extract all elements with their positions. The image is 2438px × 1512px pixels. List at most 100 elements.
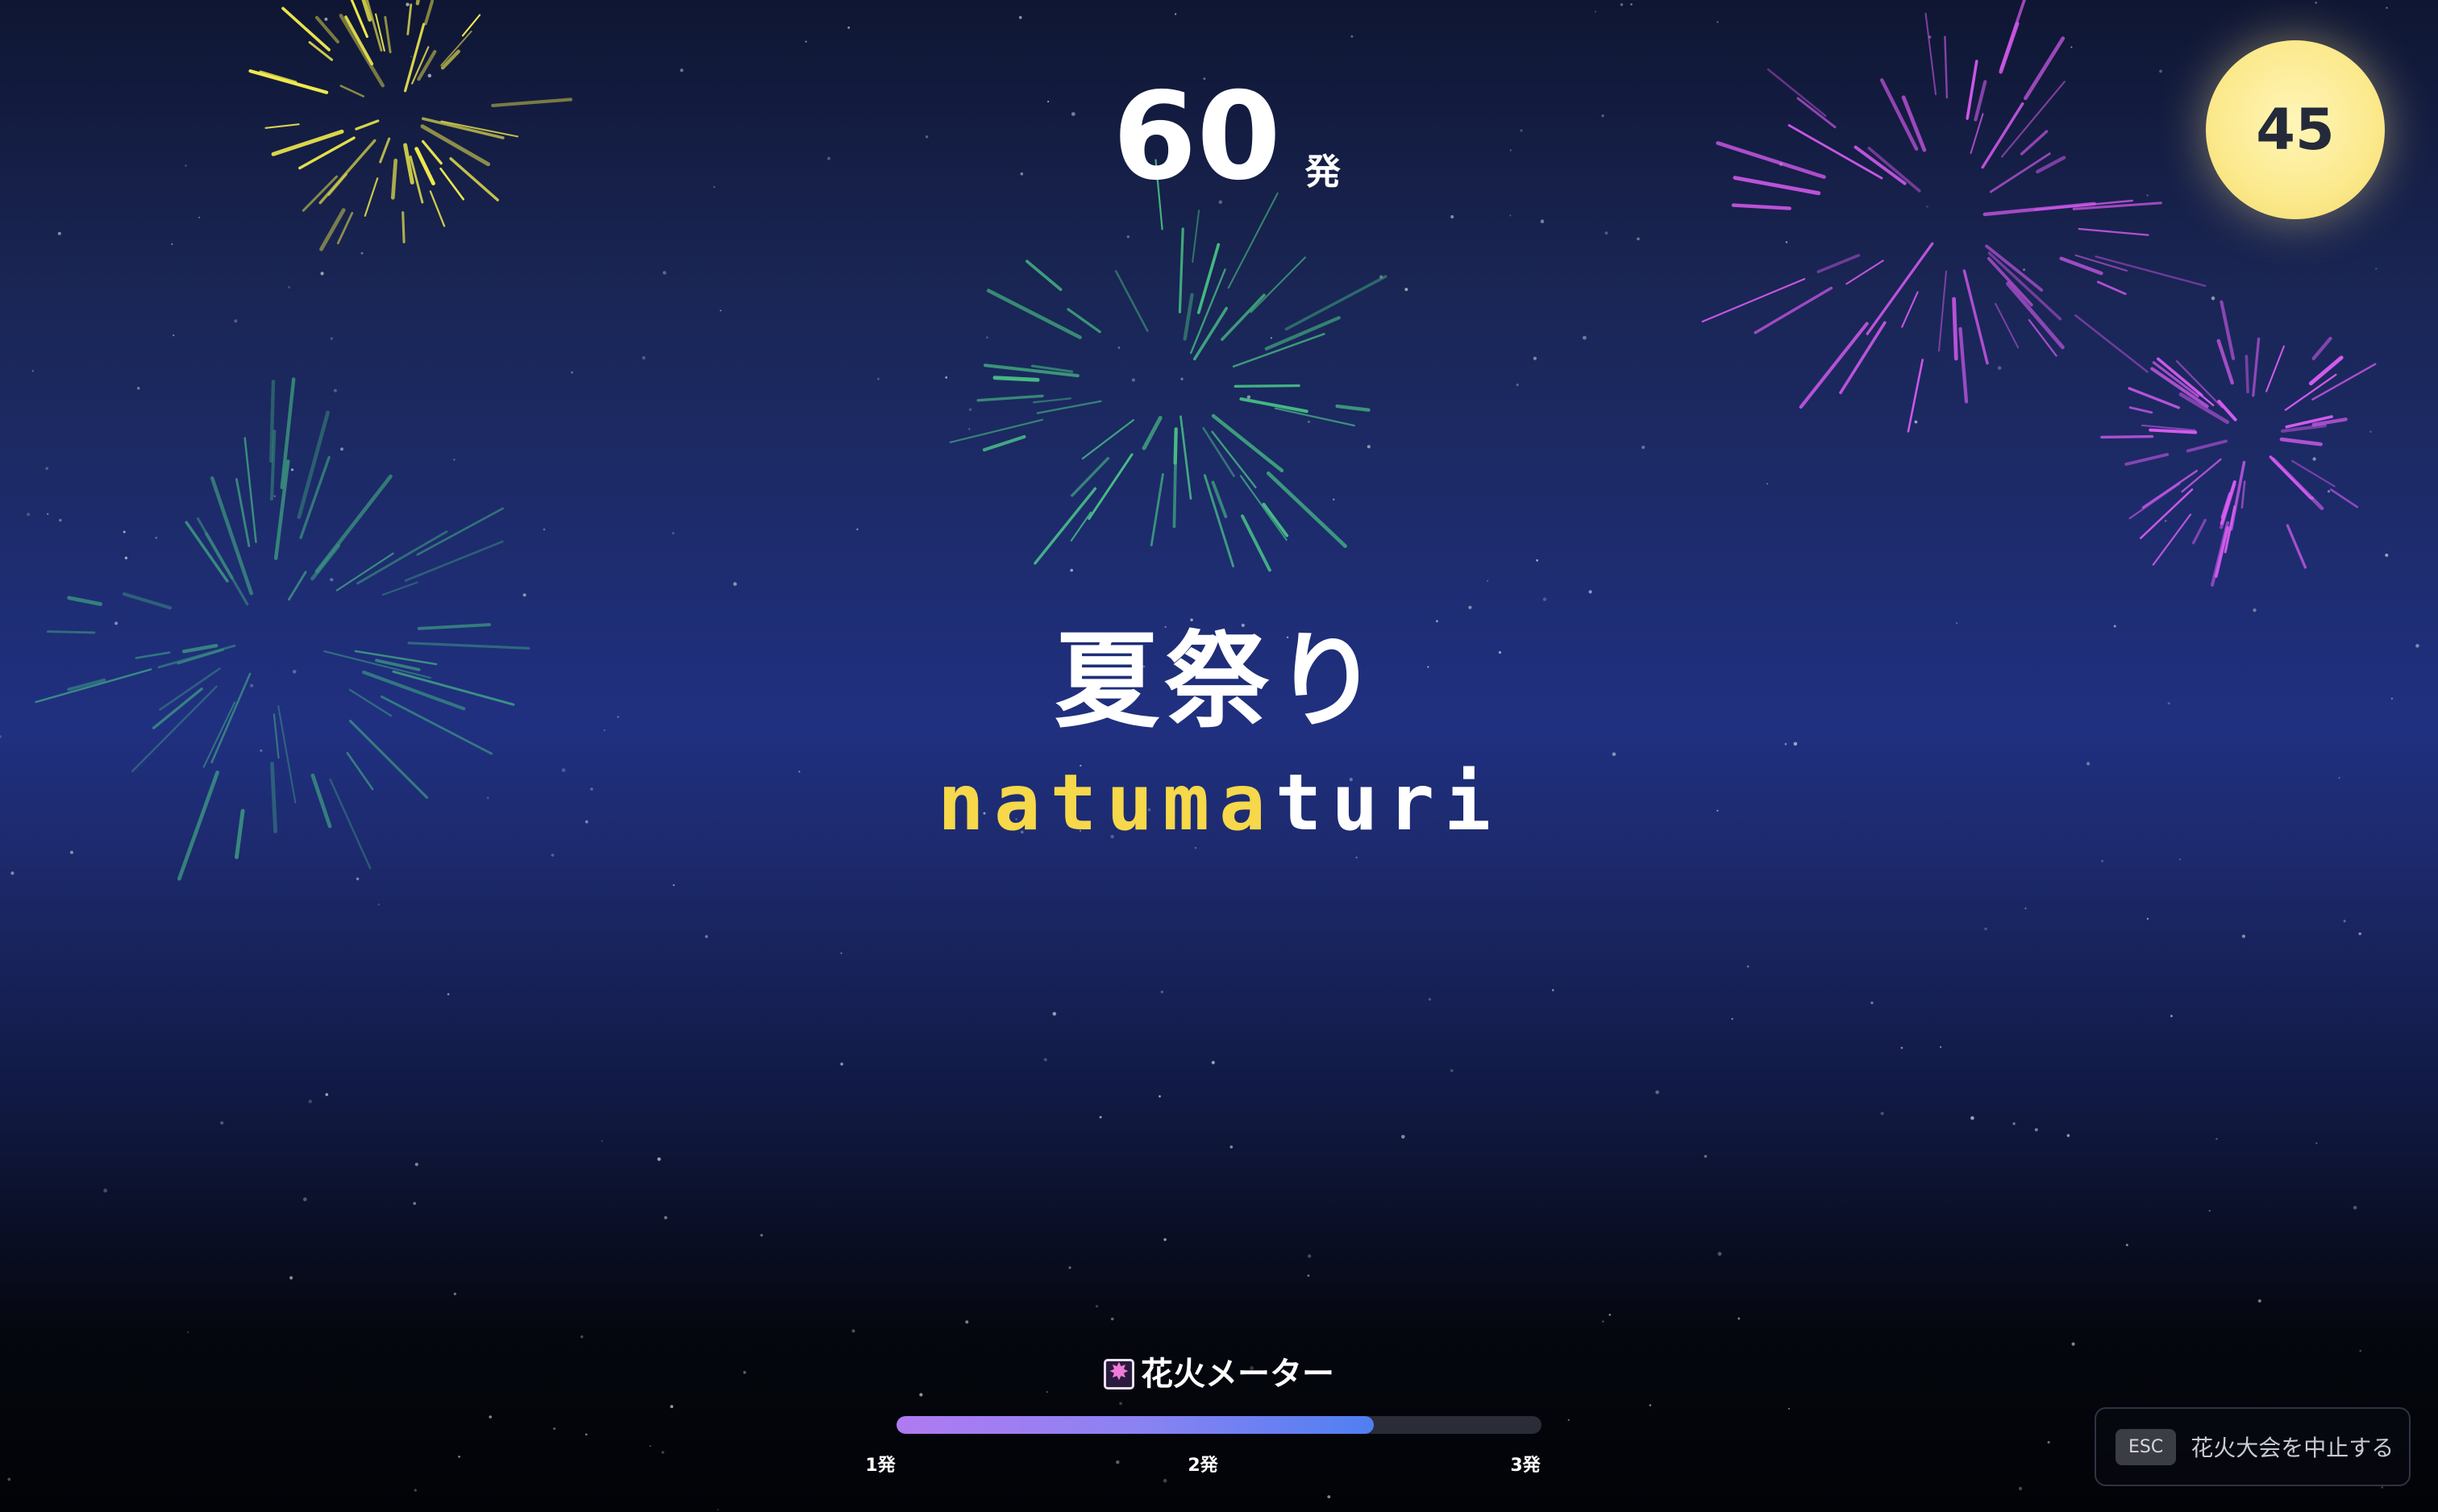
star	[1509, 149, 1512, 152]
meter-tick-3: 3発	[1510, 1456, 1541, 1476]
spark	[2191, 518, 2207, 545]
star	[670, 1405, 674, 1409]
star	[2146, 917, 2149, 920]
star	[2024, 908, 2027, 910]
spark	[2128, 387, 2181, 409]
star	[324, 17, 328, 21]
spark	[986, 289, 1082, 339]
quit-button[interactable]: ESC 花火大会を中止する	[2095, 1407, 2411, 1486]
star	[601, 1140, 603, 1142]
star	[1914, 420, 1918, 424]
star	[1047, 100, 1050, 103]
star	[330, 337, 333, 340]
spark	[1211, 430, 1257, 488]
spark	[319, 208, 346, 251]
star	[1117, 347, 1121, 349]
star	[661, 1451, 664, 1454]
star	[1880, 1111, 1884, 1115]
spark	[1981, 102, 2024, 169]
star	[10, 871, 15, 875]
spark	[2020, 130, 2049, 156]
star	[47, 513, 49, 515]
firework-burst	[2100, 300, 2377, 587]
star	[1355, 856, 1358, 859]
romaji-remaining: turi	[1275, 758, 1500, 848]
spark	[949, 418, 1044, 443]
star	[1787, 1407, 1790, 1410]
star	[1717, 1252, 1722, 1257]
spark	[1938, 270, 1947, 352]
star	[840, 1062, 843, 1065]
star	[1746, 965, 1749, 968]
spark	[2100, 434, 2154, 439]
star	[2159, 69, 2162, 73]
star	[1163, 1238, 1167, 1241]
spark	[364, 177, 379, 217]
star	[713, 185, 716, 189]
star	[289, 1276, 293, 1280]
star	[137, 387, 140, 390]
star	[1536, 559, 1538, 562]
spark	[1172, 430, 1178, 529]
spark	[2252, 337, 2261, 397]
star	[1637, 237, 1640, 241]
star	[680, 69, 684, 73]
spark	[2095, 255, 2207, 287]
star	[760, 1234, 763, 1237]
star	[453, 1292, 456, 1296]
star	[413, 1202, 416, 1205]
star	[1509, 214, 1512, 217]
star	[2178, 858, 2181, 861]
star	[1327, 1495, 1331, 1498]
star	[1160, 991, 1164, 994]
spark	[1036, 400, 1102, 414]
firework-icon	[1104, 1358, 1134, 1389]
spark	[1974, 80, 1987, 122]
spark	[1264, 316, 1341, 351]
spark	[1178, 227, 1184, 314]
star	[1401, 1135, 1405, 1139]
star	[1450, 1069, 1454, 1073]
star	[1174, 13, 1177, 15]
spark	[2124, 453, 2170, 466]
spark	[1989, 152, 2051, 193]
spark	[2128, 482, 2181, 520]
spark	[235, 478, 251, 547]
fireworks-sky	[0, 0, 2419, 1511]
spark	[1032, 397, 1071, 404]
star	[288, 286, 290, 289]
star	[733, 582, 737, 586]
spark	[314, 474, 393, 574]
firework-meter-fill	[897, 1416, 1374, 1434]
star	[1487, 579, 1489, 582]
star	[1307, 1274, 1310, 1277]
spark	[421, 139, 443, 165]
star	[234, 319, 238, 323]
star	[1602, 1320, 1604, 1323]
star	[7, 1477, 11, 1481]
star	[1070, 568, 1073, 572]
star	[1612, 752, 1616, 757]
spark	[185, 521, 229, 583]
spark	[1733, 176, 1821, 196]
spark	[1962, 269, 1989, 365]
spark	[1234, 384, 1300, 388]
spark	[1088, 453, 1134, 521]
star	[717, 1509, 719, 1511]
star	[1119, 1402, 1122, 1406]
spark	[1284, 275, 1387, 331]
star	[1540, 219, 1545, 224]
star	[1940, 1046, 1942, 1049]
spark	[2240, 480, 2246, 509]
star	[2012, 1122, 2016, 1125]
star	[2215, 1137, 2218, 1140]
star	[1870, 1001, 1874, 1005]
star	[2164, 520, 2167, 522]
spark	[381, 581, 418, 596]
star	[171, 243, 173, 245]
spark	[2181, 458, 2222, 493]
star	[330, 578, 334, 582]
star	[1367, 445, 1371, 449]
star	[103, 1188, 108, 1193]
star	[2101, 860, 2104, 862]
